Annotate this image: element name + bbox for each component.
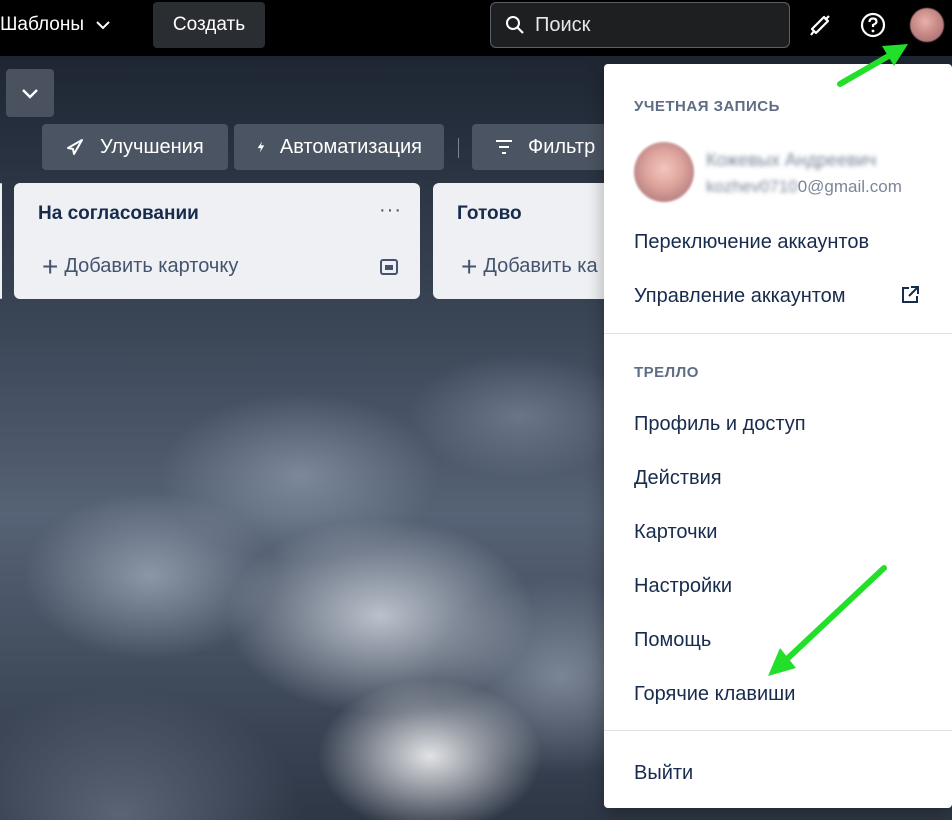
list-menu-button[interactable]: ··· (379, 199, 402, 222)
user-name: Кожевых Андреевич (706, 150, 877, 170)
add-card-button[interactable]: + Добавить ка (461, 250, 598, 282)
email-suffix: 0@gmail.com (797, 177, 902, 196)
switch-accounts-item[interactable]: Переключение аккаунтов (634, 231, 869, 254)
automation-button[interactable]: Автоматизация (234, 124, 444, 170)
list-done: Готово + Добавить ка (433, 183, 633, 299)
cards-item[interactable]: Карточки (634, 521, 717, 544)
list-on-approval: На согласовании ··· + Добавить карточку (14, 183, 420, 299)
chevron-down-icon (22, 89, 38, 99)
list-title[interactable]: На согласовании (38, 203, 199, 225)
settings-item[interactable]: Настройки (634, 575, 732, 598)
logout-item[interactable]: Выйти (634, 762, 693, 785)
menu-divider (604, 730, 952, 731)
help-icon (860, 12, 886, 38)
header-divider (458, 138, 459, 158)
external-link-icon (902, 286, 919, 303)
list-partial (0, 183, 2, 299)
email-prefix: kozhev0710 (706, 177, 798, 196)
profile-and-visibility-item[interactable]: Профиль и доступ (634, 413, 806, 436)
automation-label: Автоматизация (279, 135, 422, 158)
create-button[interactable]: Создать (153, 2, 265, 48)
search-input[interactable] (535, 13, 765, 37)
filter-icon (496, 140, 512, 154)
add-card-label: Добавить ка (483, 255, 598, 277)
templates-label: Шаблоны (0, 14, 85, 35)
add-card-label: Добавить карточку (64, 255, 239, 277)
filter-label: Фильтр (528, 135, 596, 158)
top-nav-bar: Шаблоны Создать (0, 0, 952, 56)
plus-icon: + (42, 250, 59, 282)
user-avatar (634, 142, 694, 202)
power-ups-label: Улучшения (100, 135, 204, 158)
user-email: kozhev07100@gmail.com (706, 177, 902, 197)
manage-account-item[interactable]: Управление аккаунтом (634, 285, 846, 308)
list-title[interactable]: Готово (457, 203, 522, 225)
search-icon (506, 16, 524, 34)
lightning-icon (257, 141, 265, 153)
add-card-button[interactable]: + Добавить карточку (42, 250, 239, 282)
menu-divider (604, 333, 952, 334)
trello-section-title: ТРЕЛЛО (634, 364, 699, 381)
shortcuts-item[interactable]: Горячие клавиши (634, 683, 795, 706)
power-ups-button[interactable]: Улучшения (42, 124, 228, 170)
filter-button[interactable]: Фильтр (472, 124, 622, 170)
sidebar-toggle-button[interactable] (6, 69, 54, 117)
rocket-icon (67, 139, 83, 155)
plus-icon: + (461, 250, 478, 282)
account-menu: УЧЕТНАЯ ЗАПИСЬ Кожевых Андреевич kozhev0… (604, 64, 952, 808)
notifications-button[interactable] (805, 10, 835, 40)
account-section-title: УЧЕТНАЯ ЗАПИСЬ (634, 98, 780, 115)
search-box[interactable] (490, 2, 790, 48)
help-item[interactable]: Помощь (634, 629, 711, 652)
account-avatar-button[interactable] (910, 8, 944, 42)
activity-item[interactable]: Действия (634, 467, 722, 490)
help-button[interactable] (858, 10, 888, 40)
megaphone-icon (810, 15, 830, 36)
chevron-down-icon (96, 21, 110, 30)
card-template-icon[interactable] (378, 257, 400, 277)
templates-menu-button[interactable]: Шаблоны (0, 0, 112, 50)
